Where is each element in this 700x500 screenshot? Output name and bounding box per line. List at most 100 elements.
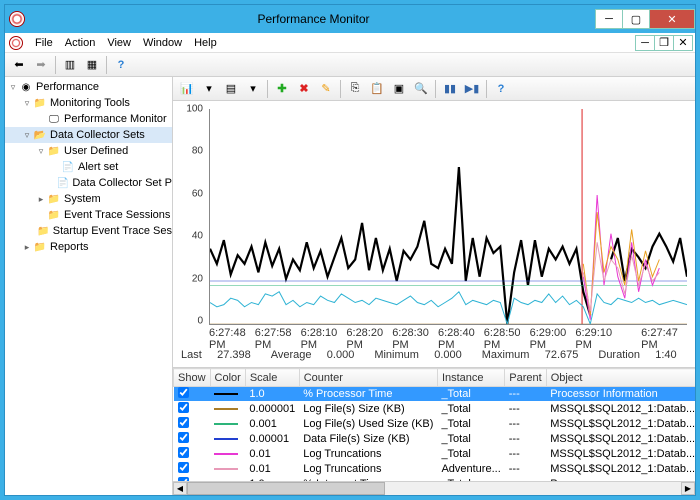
menu-view[interactable]: View <box>101 37 137 49</box>
properties-button[interactable]: ▣ <box>389 79 409 99</box>
object-cell: Processor Information <box>546 387 695 402</box>
tree-node[interactable]: ▿📁Monitoring Tools <box>5 95 172 111</box>
legend-header[interactable]: Color <box>210 369 245 387</box>
tree-node[interactable]: ▸📁System <box>5 191 172 207</box>
mdi-minimize-button[interactable]: ─ <box>635 35 655 51</box>
legend-row[interactable]: 0.01 Log Truncations _Total --- MSSQL$SQ… <box>174 447 696 462</box>
legend-row[interactable]: 0.001 Log File(s) Used Size (KB) _Total … <box>174 417 696 432</box>
legend-header[interactable]: Parent <box>505 369 546 387</box>
show-checkbox[interactable] <box>174 402 211 417</box>
y-tick-label: 80 <box>192 146 203 157</box>
copy-button[interactable]: ⎘ <box>345 79 365 99</box>
object-cell: MSSQL$SQL2012_1:Datab... <box>546 417 695 432</box>
tree-label: Alert set <box>78 161 118 173</box>
expand-icon[interactable]: ▿ <box>7 82 19 93</box>
legend-row[interactable]: 0.01 Log Truncations Adventure... --- MS… <box>174 462 696 477</box>
tree-node[interactable]: 🖵Performance Monitor <box>5 111 172 127</box>
counter-cell: Log File(s) Size (KB) <box>299 402 437 417</box>
titlebar[interactable]: Performance Monitor ─ ▢ ✕ <box>5 5 695 33</box>
menu-help[interactable]: Help <box>188 37 223 49</box>
minimize-button[interactable]: ─ <box>595 9 623 29</box>
show-checkbox[interactable] <box>174 447 211 462</box>
delete-counter-button[interactable]: ✖ <box>294 79 314 99</box>
scroll-right-button[interactable]: ▶ <box>681 482 695 495</box>
expand-icon[interactable]: ▿ <box>21 130 33 141</box>
forward-button[interactable]: ➡ <box>31 55 51 75</box>
chevron-down-icon[interactable]: ▾ <box>199 79 219 99</box>
menu-window[interactable]: Window <box>137 37 188 49</box>
scroll-thumb[interactable] <box>187 482 385 495</box>
legend-header[interactable]: Show <box>174 369 211 387</box>
tree-node[interactable]: ▿📂Data Collector Sets <box>5 127 172 143</box>
show-checkbox[interactable] <box>174 417 211 432</box>
tree-node[interactable]: ▿◉Performance <box>5 79 172 95</box>
tree-node[interactable]: 📁Event Trace Sessions <box>5 207 172 223</box>
navigation-tree[interactable]: ▿◉Performance▿📁Monitoring Tools 🖵Perform… <box>5 77 173 495</box>
tree-node[interactable]: 📄Alert set <box>5 159 172 175</box>
tree-label: Reports <box>50 241 89 253</box>
view-type-button[interactable]: 📊 <box>177 79 197 99</box>
expand-icon[interactable]: ▿ <box>35 146 47 157</box>
tree-label: Performance Monitor <box>64 113 167 125</box>
legend-row[interactable]: 0.00001 Data File(s) Size (KB) _Total --… <box>174 432 696 447</box>
close-button[interactable]: ✕ <box>649 9 695 29</box>
properties-button[interactable]: ▦ <box>82 55 102 75</box>
color-swatch <box>210 432 245 447</box>
counter-legend[interactable]: ShowColorScaleCounterInstanceParentObjec… <box>173 367 695 495</box>
expand-icon[interactable]: ▸ <box>21 242 33 253</box>
scroll-track[interactable] <box>187 482 681 495</box>
y-tick-label: 40 <box>192 231 203 242</box>
show-checkbox[interactable] <box>174 462 211 477</box>
update-button[interactable]: ▶▮ <box>462 79 482 99</box>
legend-row[interactable]: 0.000001 Log File(s) Size (KB) _Total --… <box>174 402 696 417</box>
tree-label: Monitoring Tools <box>50 97 130 109</box>
scroll-left-button[interactable]: ◀ <box>173 482 187 495</box>
app-icon <box>9 36 23 50</box>
legend-header[interactable]: Object <box>546 369 695 387</box>
help-button[interactable]: ? <box>111 55 131 75</box>
instance-cell: Adventure... <box>437 462 504 477</box>
menu-action[interactable]: Action <box>59 37 102 49</box>
instance-cell: _Total <box>437 417 504 432</box>
tree-node[interactable]: 📁Startup Event Trace Ses <box>5 223 172 239</box>
paste-button[interactable]: 📋 <box>367 79 387 99</box>
mdi-restore-button[interactable]: ❐ <box>654 35 674 51</box>
tree-node[interactable]: ▸📁Reports <box>5 239 172 255</box>
expand-icon[interactable]: ▿ <box>21 98 33 109</box>
show-hide-tree-button[interactable]: ▥ <box>60 55 80 75</box>
show-checkbox[interactable] <box>174 432 211 447</box>
show-checkbox[interactable] <box>174 387 211 402</box>
scale-cell: 0.01 <box>245 462 299 477</box>
freeze-button[interactable]: ▮▮ <box>440 79 460 99</box>
mdi-close-button[interactable]: ✕ <box>673 35 693 51</box>
x-tick-label: 6:28:10 PM <box>301 327 347 351</box>
tree-node[interactable]: ▿📁User Defined <box>5 143 172 159</box>
add-counter-button[interactable]: ✚ <box>272 79 292 99</box>
zoom-button[interactable]: 🔍 <box>411 79 431 99</box>
expand-icon[interactable]: ▸ <box>35 194 47 205</box>
chevron-down-icon[interactable]: ▾ <box>243 79 263 99</box>
back-button[interactable]: ⬅ <box>9 55 29 75</box>
display-button[interactable]: ▤ <box>221 79 241 99</box>
x-tick-label: 6:28:30 PM <box>392 327 438 351</box>
maximize-button[interactable]: ▢ <box>622 9 650 29</box>
menu-file[interactable]: File <box>29 37 59 49</box>
object-cell: MSSQL$SQL2012_1:Datab... <box>546 462 695 477</box>
x-axis: 6:27:48 PM6:27:58 PM6:28:10 PM6:28:20 PM… <box>209 325 687 351</box>
plot[interactable] <box>209 109 687 325</box>
help-button[interactable]: ? <box>491 79 511 99</box>
tree-node[interactable]: 📄Data Collector Set P <box>5 175 172 191</box>
legend-header[interactable]: Scale <box>245 369 299 387</box>
chart-area[interactable]: 020406080100 6:27:48 PM6:27:58 PM6:28:10… <box>173 101 695 347</box>
legend-row[interactable]: 1.0 % Processor Time _Total --- Processo… <box>174 387 696 402</box>
legend-table[interactable]: ShowColorScaleCounterInstanceParentObjec… <box>173 368 695 495</box>
horizontal-scrollbar[interactable]: ◀ ▶ <box>173 481 695 495</box>
highlight-button[interactable]: ✎ <box>316 79 336 99</box>
menubar: File Action View Window Help ─ ❐ ✕ <box>5 33 695 53</box>
set-icon: 📄 <box>61 160 75 174</box>
counter-cell: Log File(s) Used Size (KB) <box>299 417 437 432</box>
x-tick-label: 6:29:00 PM <box>530 327 576 351</box>
legend-header[interactable]: Counter <box>299 369 437 387</box>
tree-label: Event Trace Sessions <box>64 209 170 221</box>
legend-header[interactable]: Instance <box>437 369 504 387</box>
